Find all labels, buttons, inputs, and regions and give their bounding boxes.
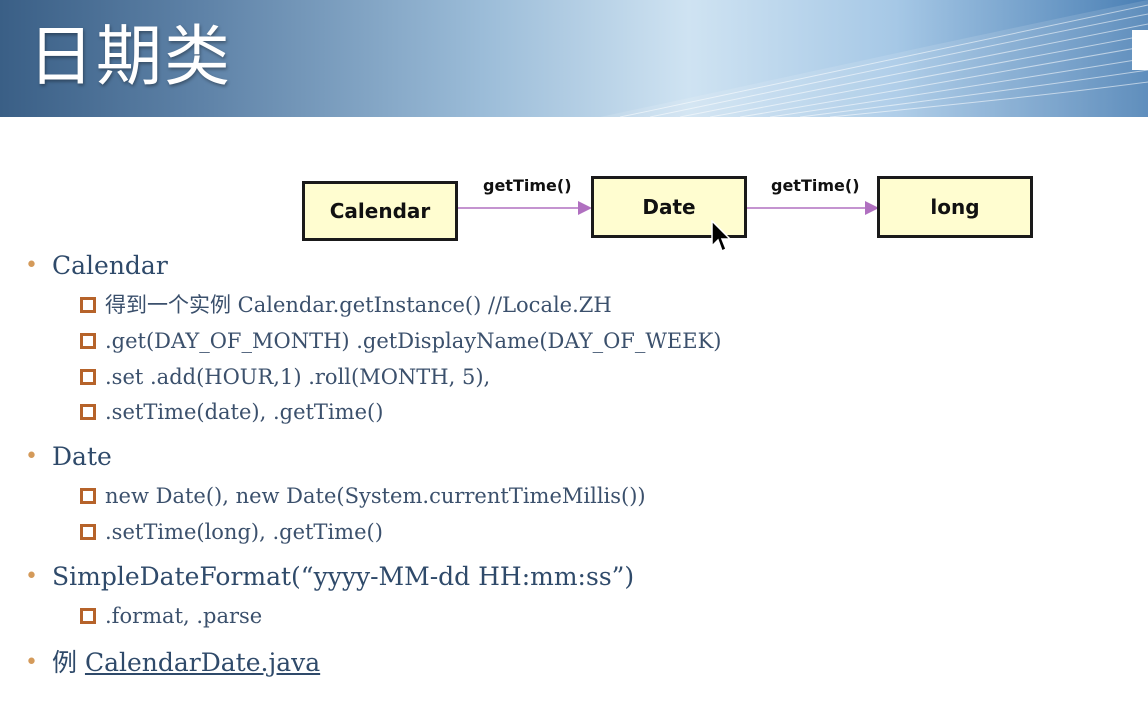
bullet-dot: •	[25, 650, 38, 675]
calendardate-java-link[interactable]: CalendarDate.java	[85, 648, 320, 677]
date-heading: Date	[52, 442, 112, 471]
example-prefix: 例	[52, 648, 85, 677]
arrow-label-gettime-1: getTime()	[483, 176, 572, 195]
square-bullet-icon	[80, 297, 96, 313]
square-bullet-icon	[80, 524, 96, 540]
bullet-example: • 例 CalendarDate.java	[25, 648, 320, 678]
bullet-simpledateformat: • SimpleDateFormat(“yyyy-MM-dd HH:mm:ss”…	[25, 562, 635, 592]
square-bullet-icon	[80, 488, 96, 504]
bullet-dot: •	[25, 253, 38, 278]
bullet-calendar: • Calendar	[25, 251, 168, 281]
sdf-heading: SimpleDateFormat(“yyyy-MM-dd HH:mm:ss”)	[52, 562, 635, 591]
square-bullet-icon	[80, 608, 96, 624]
arrowhead-calendar-to-date	[578, 201, 592, 215]
arrow-label-gettime-2: getTime()	[771, 176, 860, 195]
long-box: long	[877, 176, 1033, 238]
calendar-heading: Calendar	[52, 251, 168, 280]
calendar-box: Calendar	[302, 181, 458, 241]
square-bullet-icon	[80, 333, 96, 349]
square-bullet-icon	[80, 404, 96, 420]
bullet-dot: •	[25, 564, 38, 589]
mouse-pointer-icon	[711, 220, 732, 253]
bullet-date: • Date	[25, 442, 112, 472]
bullet-dot: •	[25, 444, 38, 469]
square-bullet-icon	[80, 369, 96, 385]
